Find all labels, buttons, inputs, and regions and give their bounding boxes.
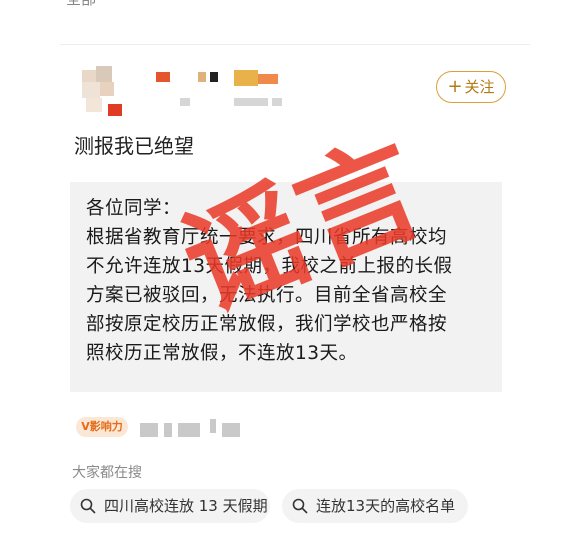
follow-button[interactable]: + 关注 bbox=[436, 71, 506, 103]
search-chip-label: 连放13天的高校名单 bbox=[316, 497, 456, 515]
search-icon bbox=[292, 498, 308, 514]
search-chip[interactable]: 连放13天的高校名单 bbox=[282, 489, 468, 523]
search-chip-label: 四川高校连放 13 天假期 bbox=[104, 497, 268, 515]
screenshot-image: 各位同学： 根据省教育厅统一要求，四川省所有高校均 不允许连放13天假期，我校之… bbox=[70, 182, 502, 392]
search-chip[interactable]: 四川高校连放 13 天假期 bbox=[70, 489, 270, 523]
follow-label: 关注 bbox=[464, 78, 495, 96]
post-meta bbox=[142, 98, 282, 110]
screenshot-line: 部按原定校历正常放假，我们学校也严格按 bbox=[86, 314, 448, 335]
search-icon bbox=[80, 498, 96, 514]
plus-icon: + bbox=[447, 76, 463, 97]
influence-row: V影响力 bbox=[70, 412, 270, 440]
screenshot-line: 各位同学： bbox=[86, 198, 182, 219]
top-divider: 全部 bbox=[60, 0, 530, 45]
screenshot-line: 不允许连放13天假期，我校之前上报的长假 bbox=[86, 256, 453, 277]
post-title: 测报我已绝望 bbox=[74, 134, 194, 158]
screenshot-line: 照校历正常放假，不连放13天。 bbox=[86, 343, 358, 364]
screenshot-line: 根据省教育厅统一要求，四川省所有高校均 bbox=[86, 227, 448, 248]
influence-badge: V影响力 bbox=[76, 417, 128, 437]
username[interactable] bbox=[142, 68, 282, 88]
search-section-title: 大家都在搜 bbox=[72, 465, 142, 481]
screenshot-line: 方案已被驳回，无法执行。目前全省高校全 bbox=[86, 285, 448, 306]
partial-header-text: 全部 bbox=[66, 0, 96, 9]
avatar[interactable] bbox=[78, 66, 128, 116]
